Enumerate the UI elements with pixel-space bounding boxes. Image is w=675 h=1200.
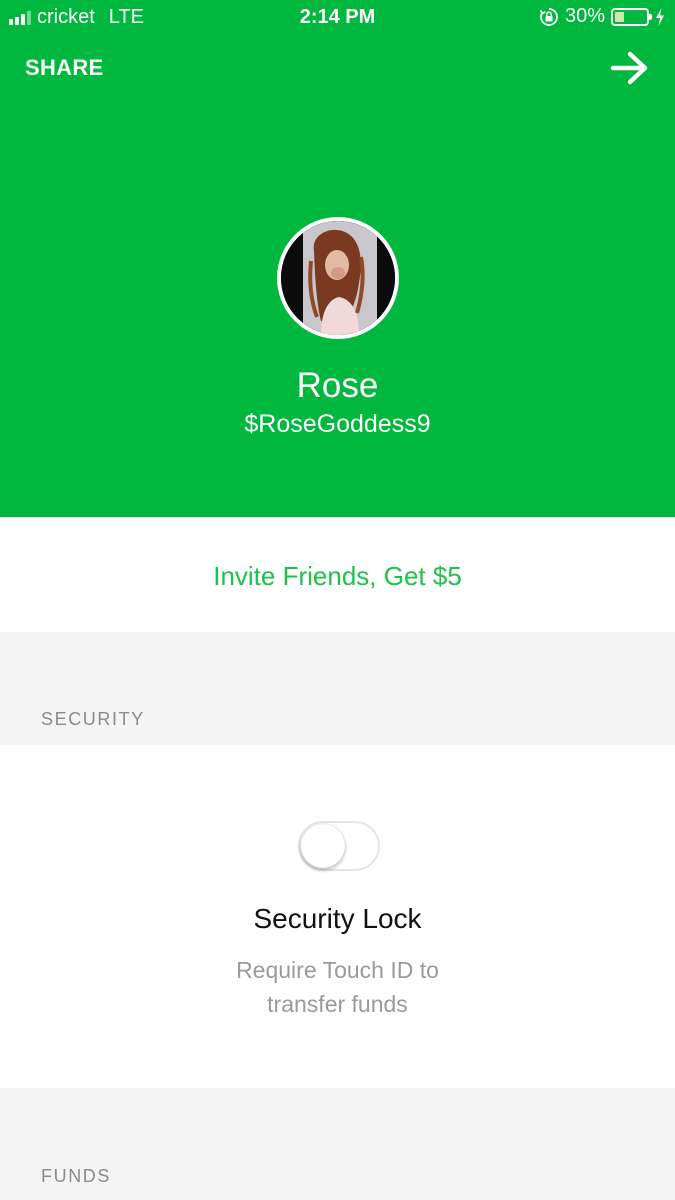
invite-row: Invite Friends, Get $5 — [0, 517, 675, 632]
profile-avatar[interactable] — [277, 217, 399, 339]
arrow-right-icon[interactable] — [610, 50, 650, 86]
funds-section-header: FUNDS — [41, 1166, 111, 1186]
security-section-header: SECURITY — [41, 709, 145, 729]
security-lock-description-line2: transfer funds — [267, 991, 408, 1017]
security-panel: Security Lock Require Touch ID to transf… — [0, 745, 675, 1088]
status-right: 30% — [539, 5, 665, 28]
profile-cashtag: $RoseGoddess9 — [244, 410, 431, 438]
profile-header: cricket LTE 2:14 PM 30% SHARE Rose $Rose… — [0, 0, 675, 517]
orientation-lock-icon — [539, 7, 558, 26]
avatar-photo — [281, 221, 395, 335]
profile-name: Rose — [296, 366, 379, 405]
security-lock-toggle[interactable] — [298, 821, 380, 871]
security-lock-title: Security Lock — [253, 903, 422, 934]
charging-bolt-icon — [656, 7, 664, 26]
share-button[interactable]: SHARE — [25, 55, 104, 81]
security-lock-description-line1: Require Touch ID to — [236, 957, 439, 983]
security-lock-description: Require Touch ID to transfer funds — [200, 953, 475, 1021]
invite-friends-button[interactable]: Invite Friends, Get $5 — [0, 517, 675, 635]
battery-percent: 30% — [564, 5, 605, 27]
battery-icon — [611, 7, 652, 26]
status-bar: cricket LTE 2:14 PM 30% — [0, 0, 675, 34]
battery-level — [615, 11, 624, 22]
toggle-knob — [301, 824, 345, 868]
